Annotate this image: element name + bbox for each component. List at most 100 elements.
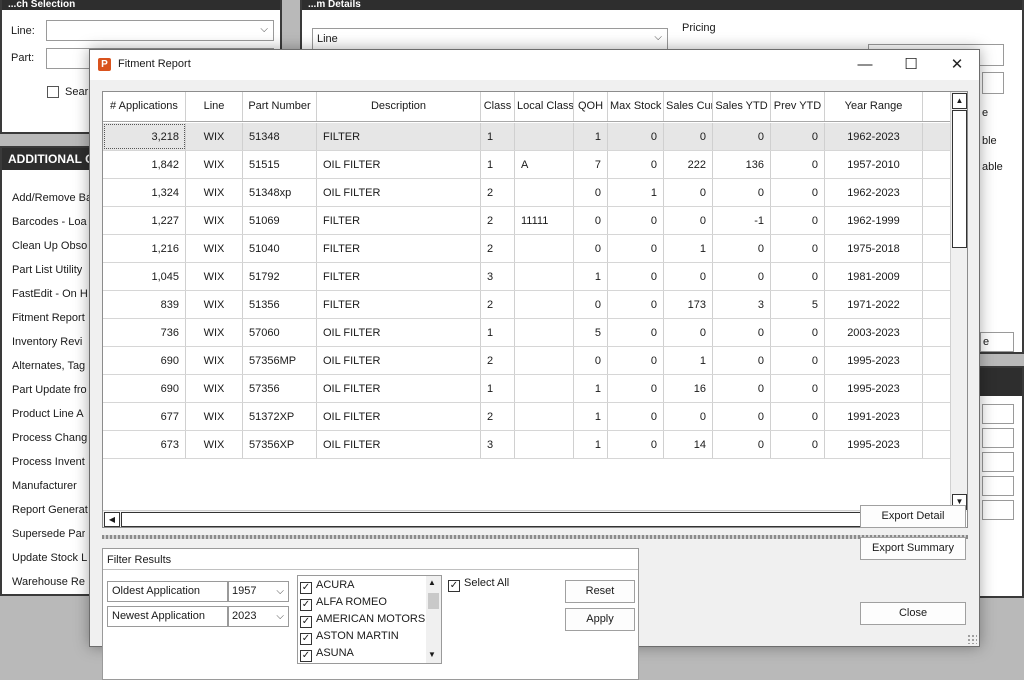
search-checkbox[interactable]	[47, 86, 59, 98]
table-cell[interactable]: 839	[103, 291, 186, 318]
table-cell[interactable]: 2	[481, 347, 515, 374]
table-cell[interactable]: 57060	[243, 319, 317, 346]
make-list-scroll-thumb[interactable]	[428, 593, 439, 609]
table-cell[interactable]: 0	[664, 207, 713, 234]
table-cell[interactable]: OIL FILTER	[317, 375, 481, 402]
table-row[interactable]: 3,218 WIX 51348 FILTER 1 1 0 0 0 0 1962-2023	[103, 123, 951, 151]
table-cell[interactable]: 11111	[515, 207, 574, 234]
table-cell[interactable]: 1	[664, 347, 713, 374]
title-bar[interactable]: P Fitment Report — ☐ ✕	[90, 50, 979, 80]
maximize-button[interactable]: ☐	[888, 50, 934, 80]
table-cell[interactable]: 5	[574, 319, 608, 346]
table-cell[interactable]: 0	[771, 207, 825, 234]
table-cell[interactable]: OIL FILTER	[317, 431, 481, 458]
table-cell[interactable]: 0	[664, 403, 713, 430]
table-cell[interactable]: WIX	[186, 291, 243, 318]
table-cell[interactable]: WIX	[186, 347, 243, 374]
table-cell[interactable]: 0	[771, 151, 825, 178]
table-cell[interactable]: OIL FILTER	[317, 347, 481, 374]
table-cell[interactable]: 0	[608, 207, 664, 234]
table-row[interactable]: 1,216 WIX 51040 FILTER 2 0 0 1 0 0 1975-2018	[103, 235, 951, 263]
additional-list-item[interactable]: Manufacturer	[12, 480, 77, 492]
additional-list-item[interactable]: Barcodes - Loa	[12, 216, 87, 228]
column-header-part-number[interactable]: Part Number	[243, 92, 317, 121]
table-cell[interactable]: 2	[481, 179, 515, 206]
checkbox-check-icon[interactable]: ✓	[300, 650, 312, 662]
additional-list-item[interactable]: Update Stock L	[12, 552, 87, 564]
additional-list-item[interactable]: Process Invent	[12, 456, 85, 468]
additional-list-item[interactable]: Supersede Par	[12, 528, 85, 540]
column-header-applications[interactable]: # Applications	[103, 92, 186, 121]
table-cell[interactable]: 1995-2023	[825, 375, 923, 402]
line-dropdown[interactable]: Line ⌵	[312, 28, 668, 50]
table-cell[interactable]: 0	[713, 235, 771, 262]
additional-list-item[interactable]: FastEdit - On H	[12, 288, 88, 300]
column-header-description[interactable]: Description	[317, 92, 481, 121]
table-cell[interactable]: 2	[481, 207, 515, 234]
vertical-scroll-thumb[interactable]	[952, 110, 967, 248]
checkbox-check-icon[interactable]: ✓	[300, 582, 312, 594]
table-cell[interactable]: -1	[713, 207, 771, 234]
table-cell[interactable]: FILTER	[317, 207, 481, 234]
horizontal-scroll-thumb[interactable]	[121, 512, 927, 527]
column-header-max-stock[interactable]: Max Stock	[608, 92, 664, 121]
table-cell[interactable]: 0	[608, 151, 664, 178]
scroll-down-icon[interactable]: ▼	[428, 650, 436, 659]
lower-field-1[interactable]	[982, 404, 1014, 424]
checkbox-check-icon[interactable]: ✓	[300, 633, 312, 645]
table-cell[interactable]: 16	[664, 375, 713, 402]
table-cell[interactable]: 0	[771, 123, 825, 150]
table-cell[interactable]	[515, 403, 574, 430]
bg-button-fragment[interactable]: e	[980, 332, 1014, 352]
scroll-up-icon[interactable]: ▲	[952, 93, 967, 109]
table-cell[interactable]: FILTER	[317, 263, 481, 290]
table-cell[interactable]: 1,045	[103, 263, 186, 290]
table-cell[interactable]: 0	[574, 235, 608, 262]
select-all-checkbox[interactable]: ✓ Select All	[448, 577, 509, 592]
table-cell[interactable]: FILTER	[317, 123, 481, 150]
table-cell[interactable]: 0	[713, 375, 771, 402]
table-cell[interactable]: WIX	[186, 375, 243, 402]
table-cell[interactable]: 173	[664, 291, 713, 318]
table-cell[interactable]: WIX	[186, 179, 243, 206]
table-row[interactable]: 690 WIX 57356MP OIL FILTER 2 0 0 1 0 0 1995-2023	[103, 347, 951, 375]
table-cell[interactable]: 1	[481, 375, 515, 402]
table-cell[interactable]: 0	[574, 179, 608, 206]
table-cell[interactable]: 1971-2022	[825, 291, 923, 318]
table-row[interactable]: 677 WIX 51372XP OIL FILTER 2 1 0 0 0 0 1991-2023	[103, 403, 951, 431]
table-cell[interactable]: 0	[713, 263, 771, 290]
additional-list-item[interactable]: Warehouse Re	[12, 576, 85, 588]
column-header-line[interactable]: Line	[186, 92, 243, 121]
table-cell[interactable]: WIX	[186, 431, 243, 458]
table-cell[interactable]: 0	[664, 263, 713, 290]
table-cell[interactable]: 0	[771, 263, 825, 290]
table-cell[interactable]: 57356	[243, 375, 317, 402]
select-all-check-icon[interactable]: ✓	[448, 580, 460, 592]
table-row[interactable]: 1,842 WIX 51515 OIL FILTER 1 A 7 0 222 136 0 1957-2…	[103, 151, 951, 179]
table-cell[interactable]: 0	[608, 263, 664, 290]
table-cell[interactable]: 1995-2023	[825, 347, 923, 374]
vertical-scrollbar[interactable]: ▲ ▼	[950, 92, 967, 512]
table-cell[interactable]: OIL FILTER	[317, 179, 481, 206]
lower-field-4[interactable]	[982, 476, 1014, 496]
close-window-button[interactable]: ✕	[934, 50, 980, 80]
additional-list-item[interactable]: Report Generat	[12, 504, 88, 516]
table-cell[interactable]: 1995-2023	[825, 431, 923, 458]
table-cell[interactable]	[515, 235, 574, 262]
table-cell[interactable]	[515, 375, 574, 402]
table-cell[interactable]: 1	[574, 123, 608, 150]
column-header-year-range[interactable]: Year Range	[825, 92, 923, 121]
export-summary-button[interactable]: Export Summary	[860, 537, 966, 560]
table-cell[interactable]: WIX	[186, 403, 243, 430]
checkbox-check-icon[interactable]: ✓	[300, 616, 312, 628]
table-cell[interactable]: WIX	[186, 235, 243, 262]
table-cell[interactable]: 1	[664, 235, 713, 262]
table-cell[interactable]: 0	[713, 431, 771, 458]
table-cell[interactable]: 0	[713, 319, 771, 346]
table-cell[interactable]: 51348xp	[243, 179, 317, 206]
table-row[interactable]: 1,227 WIX 51069 FILTER 2 11111 0 0 0 -1 0 1962-1999	[103, 207, 951, 235]
table-cell[interactable]: WIX	[186, 151, 243, 178]
table-cell[interactable]: 0	[771, 319, 825, 346]
table-cell[interactable]: 3	[713, 291, 771, 318]
additional-list-item[interactable]: Part List Utility	[12, 264, 82, 276]
